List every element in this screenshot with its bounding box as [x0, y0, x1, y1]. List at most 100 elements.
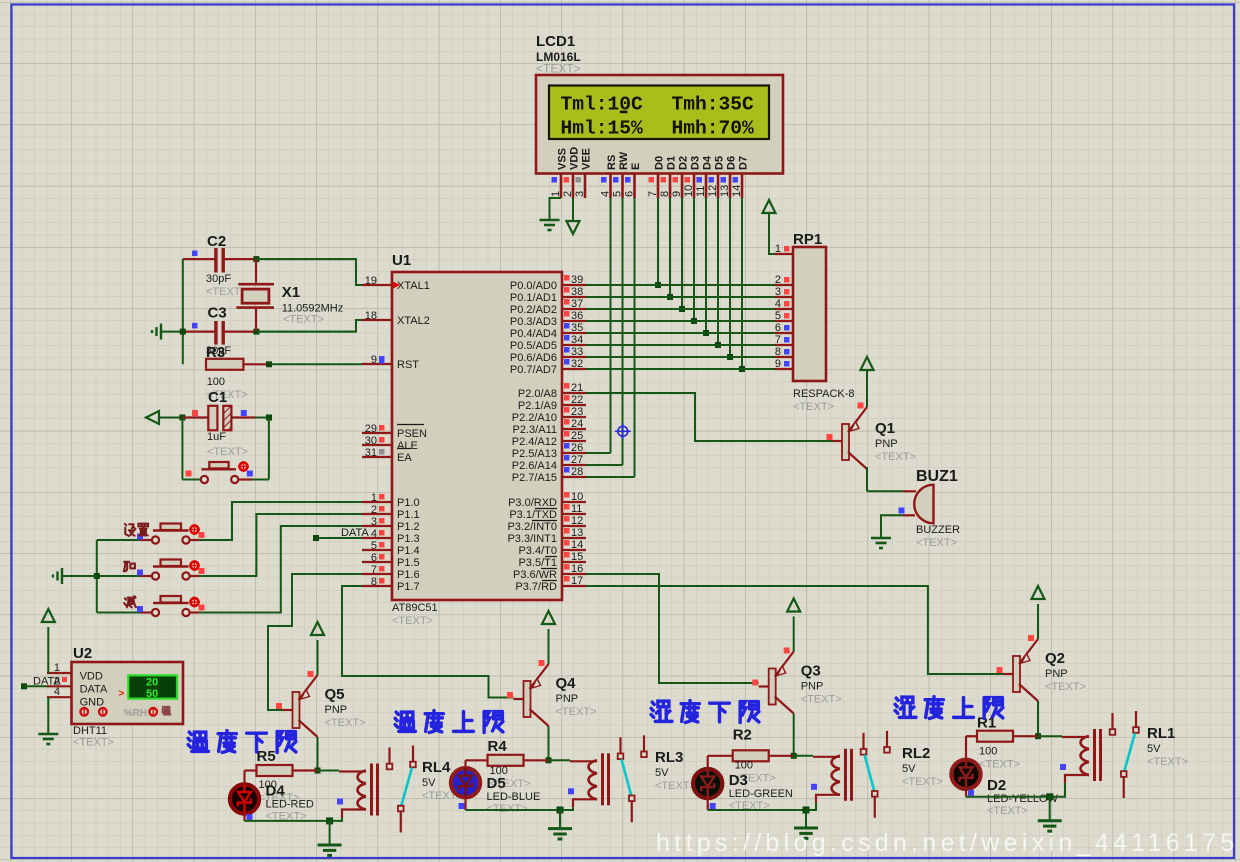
svg-text:26: 26 [571, 442, 583, 454]
svg-text:<TEXT>: <TEXT> [916, 537, 957, 549]
svg-text:<TEXT>: <TEXT> [1045, 681, 1086, 693]
svg-text:VSS: VSS [557, 148, 569, 170]
svg-text:33: 33 [571, 346, 583, 358]
svg-text:14: 14 [731, 185, 743, 197]
svg-text:P3.3/INT1: P3.3/INT1 [507, 533, 557, 545]
svg-text:7: 7 [647, 191, 659, 197]
svg-text:<TEXT>: <TEXT> [392, 615, 433, 627]
svg-text:7: 7 [775, 334, 781, 346]
svg-text:P2.7/A15: P2.7/A15 [512, 472, 557, 484]
svg-text:2: 2 [371, 504, 377, 516]
svg-text:18: 18 [365, 310, 377, 322]
svg-text:LED-BLUE: LED-BLUE [487, 791, 541, 803]
svg-text:D1: D1 [666, 156, 678, 170]
svg-text:9: 9 [671, 191, 683, 197]
svg-text:100: 100 [735, 760, 753, 772]
svg-text:R5: R5 [257, 748, 276, 765]
svg-text:VEE: VEE [581, 148, 593, 170]
svg-text:1: 1 [54, 662, 60, 674]
svg-text:16: 16 [571, 563, 583, 575]
svg-text:23: 23 [571, 406, 583, 418]
svg-text:EA: EA [397, 452, 412, 464]
svg-text:5V: 5V [902, 763, 916, 775]
svg-text:LED-GREEN: LED-GREEN [729, 788, 793, 800]
svg-text:5: 5 [775, 310, 781, 322]
svg-text:P0.0/AD0: P0.0/AD0 [510, 280, 557, 292]
svg-text:C1: C1 [208, 389, 227, 406]
svg-text:6: 6 [624, 191, 636, 197]
svg-text:RP1: RP1 [793, 231, 822, 248]
svg-text:%RH: %RH [124, 708, 147, 719]
svg-text:13: 13 [719, 185, 731, 197]
svg-text:5: 5 [612, 191, 624, 197]
svg-text:37: 37 [571, 298, 583, 310]
svg-text:4: 4 [54, 686, 60, 698]
svg-text:BUZZER: BUZZER [916, 524, 960, 536]
svg-text:P0.5/AD5: P0.5/AD5 [510, 340, 557, 352]
svg-text:15: 15 [571, 551, 583, 563]
svg-text:P3.5/T1: P3.5/T1 [518, 557, 557, 569]
svg-text:P1.3: P1.3 [397, 533, 420, 545]
svg-text:P2.1/A9: P2.1/A9 [518, 400, 557, 412]
svg-text:RL3: RL3 [655, 749, 683, 766]
svg-text:DHT11: DHT11 [73, 725, 107, 737]
svg-text:5V: 5V [422, 777, 436, 789]
svg-text:9: 9 [775, 358, 781, 370]
svg-text:VDD: VDD [80, 671, 103, 683]
svg-text:Hmh:70%: Hmh:70% [672, 118, 755, 140]
svg-text:4: 4 [371, 528, 377, 540]
svg-text:D0: D0 [654, 156, 666, 170]
svg-text:100: 100 [207, 376, 225, 388]
svg-text:12: 12 [571, 515, 583, 527]
svg-text:P2.2/A10: P2.2/A10 [512, 412, 557, 424]
svg-text:LCD1: LCD1 [536, 33, 575, 50]
svg-text:<TEXT>: <TEXT> [536, 62, 581, 76]
svg-text:X1: X1 [282, 284, 300, 301]
svg-text:24: 24 [571, 418, 583, 430]
svg-text:1: 1 [775, 243, 781, 255]
svg-text:R4: R4 [488, 738, 508, 755]
svg-text:ALE: ALE [397, 440, 418, 452]
svg-text:31: 31 [365, 447, 377, 459]
svg-text:8: 8 [659, 191, 671, 197]
svg-text:P0.3/AD3: P0.3/AD3 [510, 316, 557, 328]
svg-text:VDD: VDD [569, 147, 581, 170]
svg-text:P1.4: P1.4 [397, 545, 420, 557]
svg-text:D5: D5 [714, 156, 726, 170]
svg-text:P2.3/A11: P2.3/A11 [513, 424, 557, 436]
svg-text:P0.2/AD2: P0.2/AD2 [510, 304, 557, 316]
svg-text:PNP: PNP [875, 438, 898, 450]
svg-text:P3.0/RXD: P3.0/RXD [508, 497, 557, 509]
svg-text:PNP: PNP [325, 704, 348, 716]
svg-text:>: > [119, 689, 125, 700]
svg-text:3: 3 [574, 191, 586, 197]
svg-text:P1.1: P1.1 [397, 509, 420, 521]
svg-text:Hml:15%: Hml:15% [561, 118, 644, 140]
svg-text:<TEXT>: <TEXT> [793, 401, 834, 413]
svg-text:<TEXT>: <TEXT> [801, 694, 842, 706]
svg-text:2: 2 [775, 274, 781, 286]
svg-text:D3: D3 [690, 156, 702, 170]
svg-text:<TEXT>: <TEXT> [979, 759, 1020, 771]
svg-text:3: 3 [371, 516, 377, 528]
svg-text:28: 28 [571, 466, 583, 478]
svg-text:<TEXT>: <TEXT> [325, 717, 366, 729]
svg-text:8: 8 [775, 346, 781, 358]
svg-text:Q3: Q3 [801, 663, 821, 680]
svg-text:PSEN: PSEN [397, 428, 427, 440]
svg-text:PNP: PNP [801, 681, 824, 693]
svg-text:6: 6 [775, 322, 781, 334]
svg-text:P1.6: P1.6 [397, 569, 420, 581]
svg-text:<TEXT>: <TEXT> [987, 805, 1028, 817]
svg-text:100: 100 [979, 746, 997, 758]
svg-text:30pF: 30pF [206, 273, 231, 285]
svg-text:U1: U1 [392, 252, 411, 269]
svg-text:34: 34 [571, 334, 583, 346]
svg-text:21: 21 [571, 382, 583, 394]
svg-text:R2: R2 [733, 727, 752, 744]
svg-text:6: 6 [371, 552, 377, 564]
svg-text:32: 32 [571, 358, 583, 370]
svg-text:P2.6/A14: P2.6/A14 [512, 460, 557, 472]
svg-text:4: 4 [600, 191, 612, 197]
svg-text:5V: 5V [655, 767, 669, 779]
